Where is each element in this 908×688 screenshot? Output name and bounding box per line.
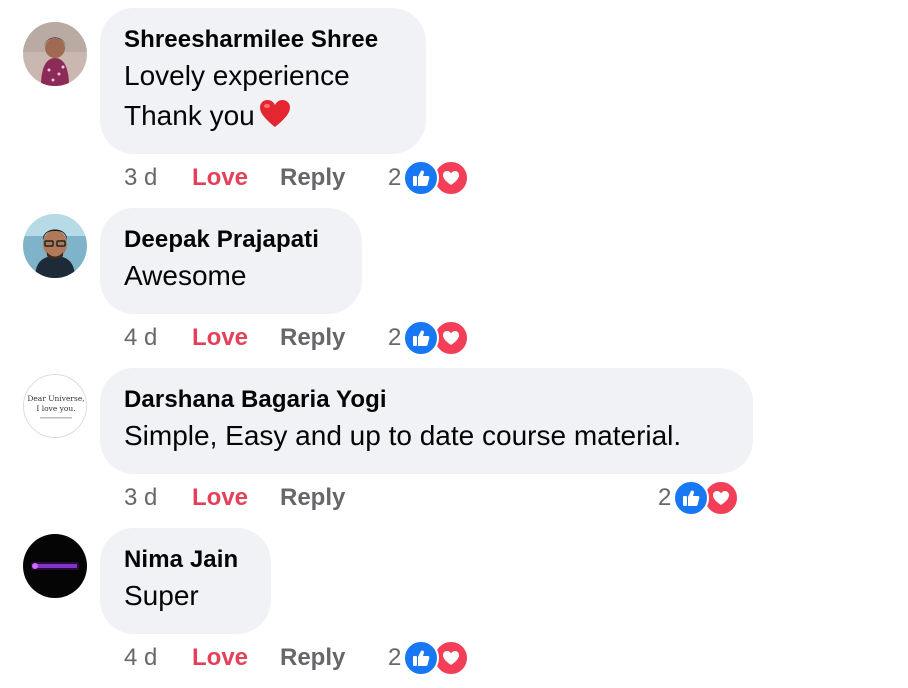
avatar-text-line: I love you. <box>36 404 75 413</box>
comment-bubble: Deepak Prajapati Awesome <box>100 208 362 314</box>
comment: Deepak Prajapati Awesome 4 d Love Reply … <box>0 208 908 368</box>
reaction-summary[interactable]: 2 <box>388 320 470 356</box>
avatar[interactable] <box>23 22 87 86</box>
comment-actions: 3 d Love Reply <box>124 162 345 194</box>
comment-text-line: Awesome <box>124 260 247 291</box>
comment-text-line: Lovely experience <box>124 60 350 91</box>
comment-author[interactable]: Nima Jain <box>124 544 247 576</box>
comment-text-line-2: Thank you <box>124 96 402 140</box>
comment-author[interactable]: Darshana Bagaria Yogi <box>124 384 729 416</box>
reaction-count: 2 <box>658 484 672 511</box>
comment-timestamp[interactable]: 3 d <box>124 162 192 194</box>
comment-timestamp[interactable]: 4 d <box>124 642 192 674</box>
reaction-count: 2 <box>388 324 402 351</box>
reply-button[interactable]: Reply <box>280 322 345 354</box>
avatar[interactable]: Dear Universe, I love you. <box>23 374 87 438</box>
reply-button[interactable]: Reply <box>280 482 345 514</box>
reaction-count: 2 <box>388 644 402 671</box>
reply-button[interactable]: Reply <box>280 642 345 674</box>
comment-text-line: Simple, Easy and up to date course mater… <box>124 420 682 451</box>
reaction-summary[interactable]: 2 <box>388 640 470 676</box>
comment: Nima Jain Super 4 d Love Reply 2 <box>0 528 908 688</box>
avatar-text-line: Dear Universe, <box>27 394 84 403</box>
comment-actions: 4 d Love Reply <box>124 642 345 674</box>
comment-timestamp[interactable]: 3 d <box>124 482 192 514</box>
comment-text-line: Super <box>124 580 199 611</box>
comment-bubble: Nima Jain Super <box>100 528 271 634</box>
reaction-summary[interactable]: 2 <box>388 160 470 196</box>
comment-timestamp[interactable]: 4 d <box>124 322 192 354</box>
comment-bubble: Shreesharmilee Shree Lovely experience T… <box>100 8 426 154</box>
red-heart-emoji-icon <box>259 99 291 140</box>
love-button[interactable]: Love <box>192 322 280 354</box>
comment-author[interactable]: Shreesharmilee Shree <box>124 24 402 56</box>
reaction-summary[interactable]: 2 <box>658 480 740 516</box>
avatar[interactable] <box>23 214 87 278</box>
love-button[interactable]: Love <box>192 642 280 674</box>
comment-actions: 3 d Love Reply <box>124 482 345 514</box>
comment-bubble: Darshana Bagaria Yogi Simple, Easy and u… <box>100 368 753 474</box>
comment-actions: 4 d Love Reply <box>124 322 345 354</box>
like-icon <box>673 480 710 516</box>
comment-author[interactable]: Deepak Prajapati <box>124 224 338 256</box>
like-icon <box>403 640 440 676</box>
comment: Dear Universe, I love you. Darshana Baga… <box>0 368 908 528</box>
reaction-count: 2 <box>388 164 402 191</box>
comment-text: Thank you <box>124 100 255 131</box>
reply-button[interactable]: Reply <box>280 162 345 194</box>
love-button[interactable]: Love <box>192 482 280 514</box>
like-icon <box>403 160 440 196</box>
comment: Shreesharmilee Shree Lovely experience T… <box>0 8 908 196</box>
like-icon <box>403 320 440 356</box>
love-button[interactable]: Love <box>192 162 280 194</box>
avatar[interactable] <box>23 534 87 598</box>
